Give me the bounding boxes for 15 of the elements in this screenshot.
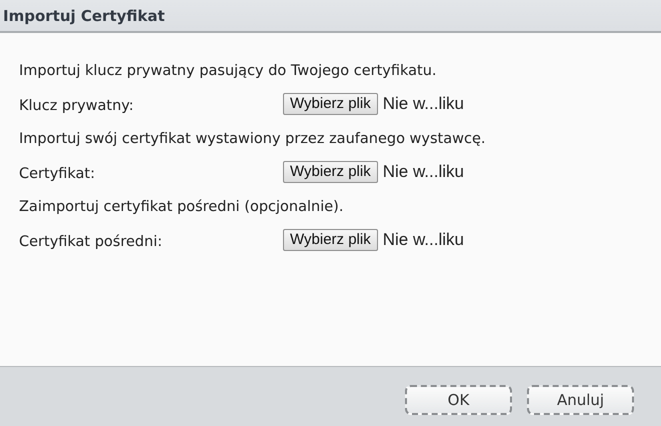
- window-title: Importuj Certyfikat: [3, 7, 165, 25]
- ok-button[interactable]: OK: [405, 385, 512, 415]
- field-label: Certyfikat pośredni:: [19, 233, 164, 252]
- field-label: Klucz prywatny:: [19, 97, 135, 116]
- file-status-text: Nie w...liku: [382, 93, 464, 115]
- cancel-button[interactable]: Anuluj: [527, 385, 634, 415]
- field-label: Certyfikat:: [19, 165, 96, 184]
- instruction-text: Importuj swój certyfikat wystawiony przez zaufanego wystawcę.: [19, 131, 486, 147]
- choose-file-button[interactable]: Wybierz plik: [283, 229, 378, 251]
- instruction-text: Zaimportuj certyfikat pośredni (opcjonalnie).: [19, 199, 344, 215]
- choose-file-button[interactable]: Wybierz plik: [283, 93, 378, 115]
- instruction-text: Importuj klucz prywatny pasujący do Twojego certyfikatu.: [19, 63, 436, 79]
- choose-file-button[interactable]: Wybierz plik: [283, 161, 378, 183]
- file-status-text: Nie w...liku: [382, 229, 464, 251]
- file-status-text: Nie w...liku: [382, 161, 464, 183]
